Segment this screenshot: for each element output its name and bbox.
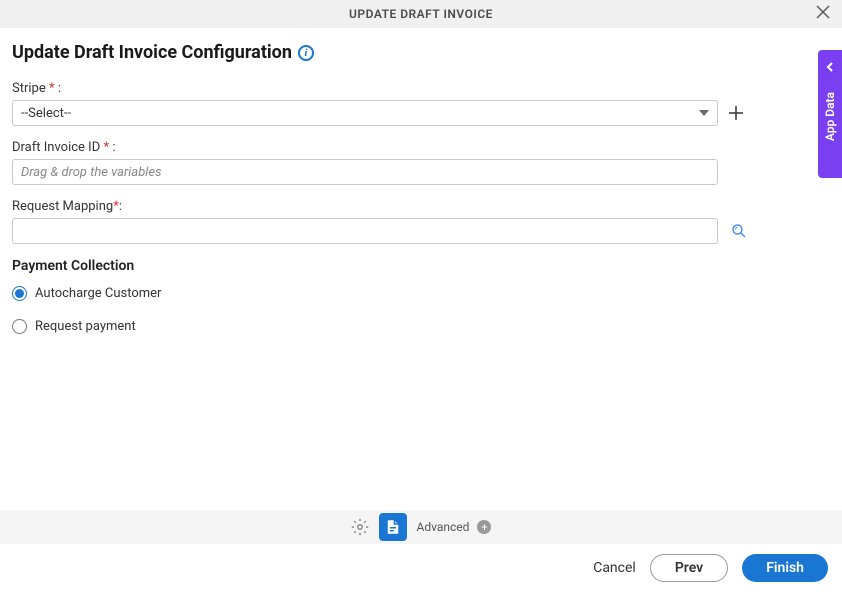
page-title-text: Update Draft Invoice Configuration (12, 42, 292, 63)
dialog-title: UPDATE DRAFT INVOICE (349, 7, 493, 21)
advanced-label: Advanced (417, 520, 470, 534)
required-indicator: * (49, 81, 55, 96)
request-mapping-field-group: Request Mapping*: (12, 199, 830, 244)
bottom-toolbar: Advanced + (0, 510, 842, 544)
document-icon[interactable] (379, 513, 407, 541)
prev-button[interactable]: Prev (650, 554, 728, 582)
dialog-footer: Cancel Prev Finish (0, 544, 842, 592)
close-icon[interactable] (816, 5, 830, 23)
gear-icon[interactable] (351, 518, 369, 536)
add-icon[interactable] (726, 103, 746, 123)
autocharge-radio[interactable] (12, 286, 27, 301)
content-area: Update Draft Invoice Configuration i Str… (0, 28, 842, 334)
request-mapping-label: Request Mapping*: (12, 199, 830, 214)
app-data-label: App Data (823, 92, 837, 141)
search-icon[interactable] (730, 222, 748, 240)
stripe-select[interactable]: --Select-- (12, 100, 718, 126)
payment-collection-title: Payment Collection (12, 258, 830, 274)
request-payment-label[interactable]: Request payment (35, 319, 136, 334)
draft-invoice-id-field-group: Draft Invoice ID * : (12, 140, 830, 185)
finish-button[interactable]: Finish (742, 554, 828, 582)
request-payment-option: Request payment (12, 319, 830, 334)
stripe-field-group: Stripe * : --Select-- (12, 81, 830, 126)
draft-invoice-id-label: Draft Invoice ID * : (12, 140, 830, 155)
chevron-left-icon (825, 60, 835, 76)
request-mapping-input[interactable] (12, 218, 718, 244)
required-indicator: * (103, 140, 109, 155)
page-title: Update Draft Invoice Configuration i (12, 42, 830, 63)
stripe-field-row: --Select-- (12, 100, 830, 126)
request-payment-radio[interactable] (12, 319, 27, 334)
stripe-label: Stripe * : (12, 81, 830, 96)
app-data-tab[interactable]: App Data (818, 50, 842, 178)
autocharge-option: Autocharge Customer (12, 286, 830, 301)
dialog-header: UPDATE DRAFT INVOICE (0, 0, 842, 28)
advanced-add-icon[interactable]: + (477, 520, 491, 534)
cancel-button[interactable]: Cancel (593, 560, 636, 576)
info-icon[interactable]: i (298, 45, 314, 61)
request-mapping-row (12, 218, 830, 244)
autocharge-label[interactable]: Autocharge Customer (35, 286, 161, 301)
draft-invoice-id-input[interactable] (12, 159, 718, 185)
